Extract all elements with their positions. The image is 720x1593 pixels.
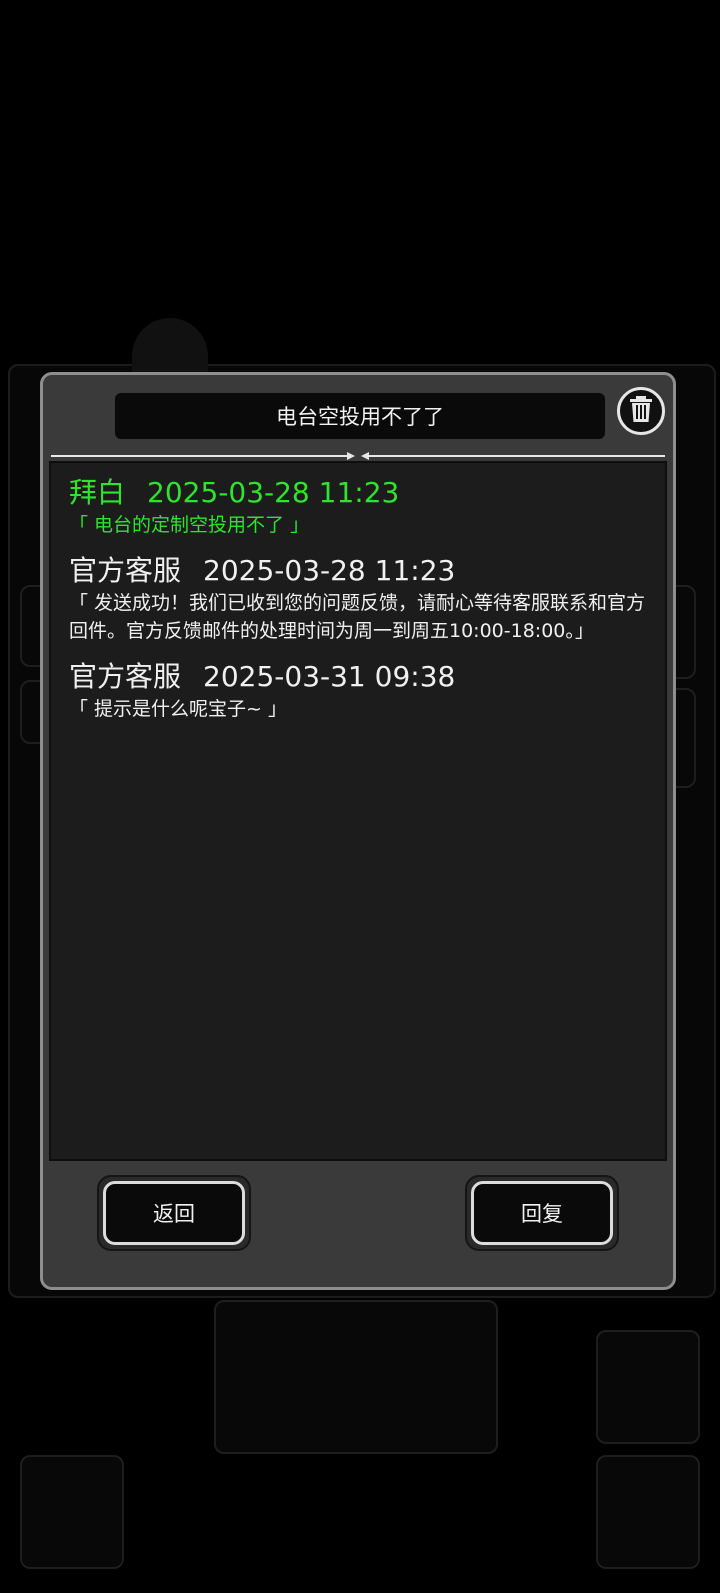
message-time: 2025-03-28 11:23	[147, 476, 400, 509]
background-box	[596, 1455, 700, 1569]
dialog-footer: 返回 回复	[49, 1161, 667, 1281]
message-header: 官方客服 2025-03-28 11:23	[69, 553, 661, 589]
message-sender: 官方客服	[69, 554, 182, 587]
message-text: 「 提示是什么呢宝子~ 」	[69, 698, 287, 720]
message-dialog: 电台空投用不了了 拜白 2025-03-28 11:23 「 电台的定制空投用不了…	[40, 372, 676, 1290]
dialog-title: 电台空投用不了了	[115, 393, 605, 439]
message-sender: 拜白	[69, 476, 126, 509]
background-box	[596, 1330, 700, 1444]
message-header: 官方客服 2025-03-31 09:38	[69, 659, 661, 695]
back-button-frame: 返回	[97, 1175, 251, 1251]
message-item: 官方客服 2025-03-28 11:23 「 发送成功！我们已收到您的问题反馈，…	[69, 553, 661, 645]
message-list[interactable]: 拜白 2025-03-28 11:23 「 电台的定制空投用不了 」 官方客服 20…	[49, 461, 667, 1161]
reply-button[interactable]: 回复	[471, 1181, 613, 1245]
delete-button[interactable]	[617, 387, 665, 435]
message-text: 「 发送成功！我们已收到您的问题反馈，请耐心等待客服联系和官方回件。官方反馈邮件…	[69, 592, 646, 642]
message-item: 官方客服 2025-03-31 09:38 「 提示是什么呢宝子~ 」	[69, 659, 661, 723]
message-time: 2025-03-31 09:38	[203, 660, 456, 693]
message-item: 拜白 2025-03-28 11:23 「 电台的定制空投用不了 」	[69, 475, 661, 539]
title-divider	[51, 452, 665, 460]
message-sender: 官方客服	[69, 660, 182, 693]
back-button[interactable]: 返回	[103, 1181, 245, 1245]
trash-icon	[628, 395, 654, 427]
background-box	[214, 1300, 498, 1454]
background-avatar	[132, 318, 208, 374]
message-header: 拜白 2025-03-28 11:23	[69, 475, 661, 511]
message-text: 「 电台的定制空投用不了 」	[69, 514, 310, 536]
reply-button-frame: 回复	[465, 1175, 619, 1251]
message-time: 2025-03-28 11:23	[203, 554, 456, 587]
background-box	[20, 1455, 124, 1569]
